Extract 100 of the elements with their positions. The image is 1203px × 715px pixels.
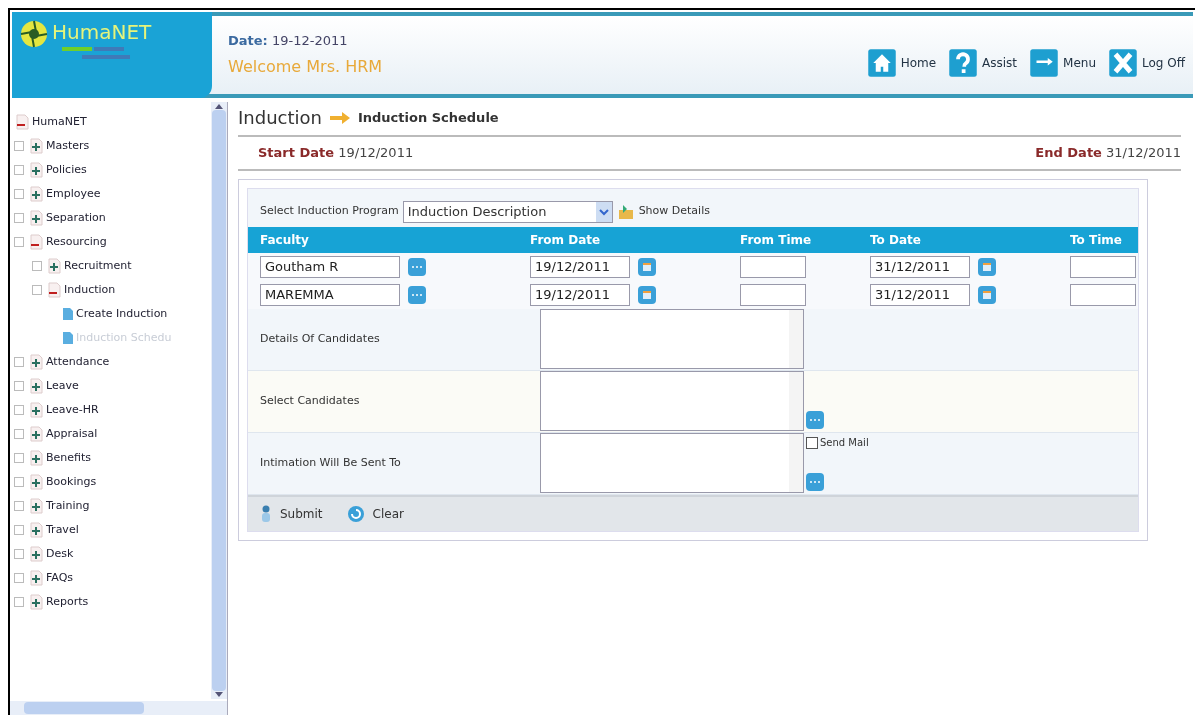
tree-item[interactable]: Benefits [46, 449, 92, 467]
expand-toggle[interactable] [14, 381, 24, 391]
tree-item[interactable]: Leave-HR [46, 401, 99, 419]
to-date-field[interactable]: 31/12/2011 [870, 255, 970, 278]
tree-item[interactable]: Policies [46, 161, 87, 179]
lookup-button[interactable] [408, 257, 426, 276]
ellipsis-icon [809, 480, 821, 484]
end-date: End Date 31/12/2011 [1035, 144, 1181, 162]
show-details-link[interactable]: Show Details [638, 203, 710, 220]
lookup-button[interactable] [806, 473, 824, 491]
breadcrumb-section[interactable]: Induction [238, 104, 322, 131]
page-icon [62, 307, 74, 321]
submit-button[interactable]: Submit [260, 504, 323, 523]
textarea-field[interactable] [540, 371, 804, 431]
tree-item[interactable]: Masters [46, 137, 90, 155]
plus-page-icon [28, 354, 44, 370]
plus-page-icon [28, 594, 44, 610]
start-date: Start Date 19/12/2011 [258, 144, 414, 162]
expand-toggle[interactable] [14, 357, 24, 367]
header-home-button[interactable]: Home [866, 48, 937, 78]
tree-item[interactable]: Leave [46, 377, 79, 395]
calendar-button[interactable] [978, 285, 996, 304]
field-label: Details Of Candidates [260, 330, 381, 347]
plus-page-icon [28, 426, 44, 442]
clear-button[interactable]: Clear [346, 504, 404, 523]
expand-toggle[interactable] [14, 141, 24, 151]
tree-item[interactable]: Separation [46, 209, 106, 227]
question-mark-icon [948, 48, 979, 78]
tree-item[interactable]: Desk [46, 545, 74, 563]
from-date-field[interactable]: 19/12/2011 [530, 255, 630, 278]
tree-item[interactable]: Resourcing [46, 233, 107, 251]
ellipsis-icon [411, 292, 423, 297]
ellipsis-icon [411, 264, 423, 269]
to-date-field[interactable]: 31/12/2011 [870, 283, 970, 306]
expand-toggle[interactable] [14, 453, 24, 463]
calendar-button[interactable] [638, 285, 656, 304]
calendar-button[interactable] [978, 257, 996, 276]
tree-item[interactable]: Create Induction [76, 305, 168, 323]
to-time-field[interactable] [1070, 256, 1136, 278]
expand-toggle[interactable] [14, 501, 24, 511]
plus-page-icon [28, 570, 44, 586]
faculty-field[interactable]: MAREMMA [260, 283, 400, 306]
tree-item[interactable]: FAQs [46, 569, 74, 587]
current-date: Date: 19-12-2011 [228, 32, 349, 51]
lookup-button[interactable] [806, 411, 824, 429]
header-logoff-button[interactable]: Log Off [1108, 48, 1185, 78]
plus-page-icon [28, 210, 44, 226]
expand-toggle[interactable] [14, 549, 24, 559]
expand-toggle[interactable] [14, 597, 24, 607]
expand-toggle[interactable] [14, 525, 24, 535]
expand-toggle[interactable] [32, 261, 42, 271]
tree-item[interactable]: Induction [64, 281, 116, 299]
expand-toggle[interactable] [14, 573, 24, 583]
tree-item[interactable]: Bookings [46, 473, 97, 491]
plus-page-icon [28, 378, 44, 394]
calendar-icon [642, 261, 652, 272]
program-dropdown[interactable]: Induction Description [402, 200, 613, 223]
breadcrumb-page: Induction Schedule [357, 108, 499, 127]
expand-toggle[interactable] [14, 477, 24, 487]
tree-item[interactable]: Training [46, 497, 90, 515]
expand-toggle[interactable] [14, 189, 24, 199]
textarea-field[interactable] [540, 309, 804, 369]
plus-page-icon [28, 498, 44, 514]
to-time-field[interactable] [1070, 284, 1136, 306]
tree-item[interactable]: Employee [46, 185, 101, 203]
scrollbar-thumb[interactable] [24, 702, 144, 714]
expand-toggle[interactable] [14, 165, 24, 175]
header-menu-button[interactable]: Menu [1029, 48, 1097, 78]
collapse-toggle[interactable] [32, 285, 42, 295]
expand-toggle[interactable] [14, 405, 24, 415]
lookup-button[interactable] [408, 285, 426, 304]
expand-toggle[interactable] [14, 429, 24, 439]
from-time-field[interactable] [740, 284, 806, 306]
tree-item[interactable]: Attendance [46, 353, 110, 371]
plus-page-icon [46, 258, 62, 274]
faculty-field[interactable]: Goutham R [260, 255, 400, 278]
calendar-icon [642, 289, 652, 300]
textarea-field[interactable] [540, 433, 804, 493]
send-mail-checkbox[interactable] [806, 436, 818, 449]
tree-root[interactable]: HumaNET [32, 113, 87, 131]
tree-item[interactable]: Recruitment [64, 257, 132, 275]
from-date-field[interactable]: 19/12/2011 [530, 283, 630, 306]
from-time-field[interactable] [740, 256, 806, 278]
plus-page-icon [28, 138, 44, 154]
ellipsis-icon [809, 418, 821, 422]
header-assist-button[interactable]: Assist [948, 48, 1018, 78]
plus-page-icon [28, 546, 44, 562]
plus-page-icon [28, 186, 44, 202]
plus-page-icon [28, 450, 44, 466]
tree-item[interactable]: Travel [46, 521, 79, 539]
welcome-text: Welcome Mrs. HRM [228, 55, 383, 78]
column-header: Faculty [260, 231, 310, 249]
tree-item[interactable]: Reports [46, 593, 89, 611]
calendar-button[interactable] [638, 257, 656, 276]
tree-item[interactable]: Appraisal [46, 425, 98, 443]
person-icon [260, 504, 272, 523]
calendar-icon [982, 289, 992, 300]
flower-logo-icon [20, 20, 48, 48]
expand-toggle[interactable] [14, 213, 24, 223]
collapse-toggle[interactable] [14, 237, 24, 247]
